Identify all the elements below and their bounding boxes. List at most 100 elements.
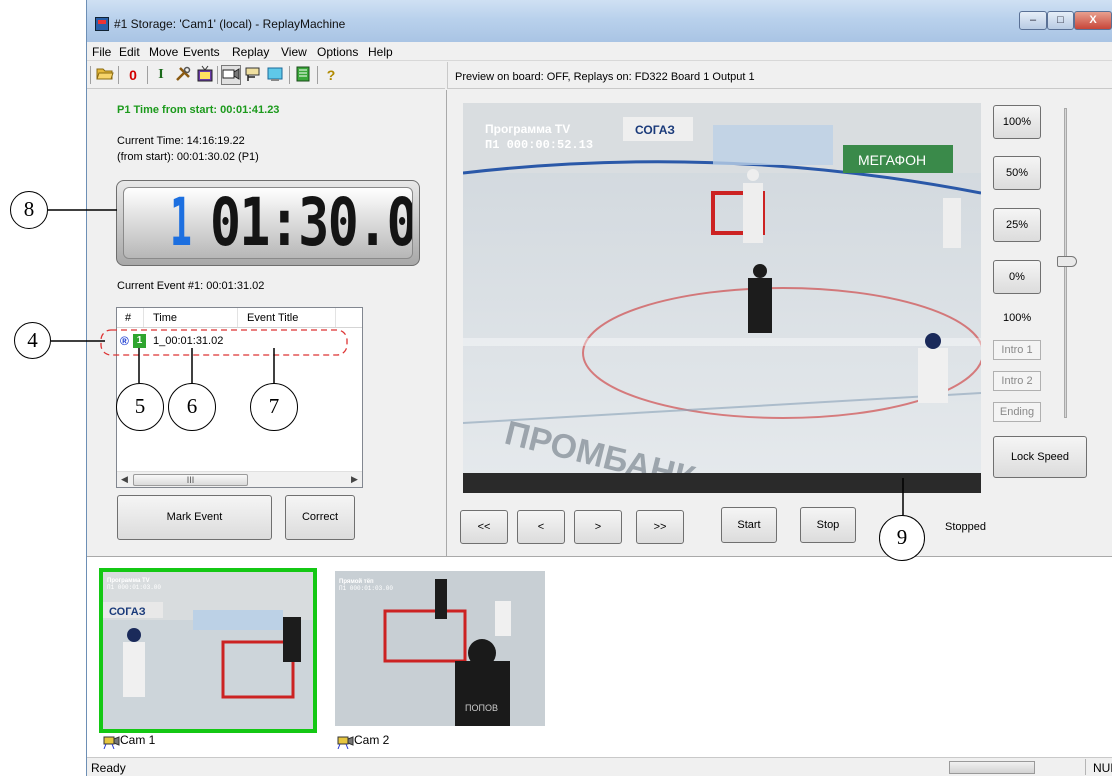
event-time: 1_00:01:31.02: [153, 335, 224, 347]
cam-2-jersey-text: ПОПОВ: [465, 703, 498, 713]
scroll-right-icon[interactable]: ▶: [351, 474, 358, 485]
fast-forward-button[interactable]: >>: [636, 510, 684, 544]
callout-9: 9: [879, 515, 925, 561]
toolbar-separator: [317, 66, 318, 84]
lock-speed-button[interactable]: Lock Speed: [993, 436, 1087, 478]
stop-button[interactable]: Stop: [800, 507, 856, 543]
cursor-i-icon[interactable]: I: [151, 65, 171, 85]
playback-state-label: Stopped: [945, 521, 986, 533]
menu-bar: File Edit Move Events Replay View Option…: [87, 42, 1112, 61]
cam-1-label[interactable]: Cam 1: [120, 733, 155, 747]
scroll-left-icon[interactable]: ◀: [121, 474, 128, 485]
event-list-hscroll[interactable]: ◀ III ▶: [117, 471, 362, 487]
menu-file[interactable]: File: [92, 45, 111, 59]
tv-icon[interactable]: [195, 65, 215, 85]
toolbar-separator: [118, 66, 119, 84]
cam-2-thumbnail[interactable]: ПОПОВ Прямой тёп П1 000:01:03.00: [335, 571, 545, 726]
mark-event-button[interactable]: Mark Event: [117, 495, 272, 540]
column-number[interactable]: #: [125, 312, 131, 324]
title-bar: #1 Storage: 'Cam1' (local) - ReplayMachi…: [87, 0, 1112, 42]
replay-marker-icon: ®: [120, 334, 129, 348]
lcd-time-readout: 01:30.02: [210, 187, 412, 259]
menu-move[interactable]: Move: [149, 45, 178, 59]
p1-time-label: P1 Time from start: 00:01:41.23: [117, 104, 280, 116]
cam-1-thumbnail[interactable]: СОГАЗ Программа TV П1 000:01:03.00: [99, 568, 317, 733]
video-preview[interactable]: МЕГАФОН СОГАЗ ПРОМБАНК Программа TV П1 0…: [463, 103, 981, 493]
column-divider: [335, 308, 336, 327]
event-row[interactable]: ® 1 1_00:01:31.02: [117, 332, 362, 350]
preview-status-text: Preview on board: OFF, Replays on: FD322…: [455, 71, 755, 83]
menu-options[interactable]: Options: [317, 45, 358, 59]
list-icon[interactable]: [293, 65, 313, 85]
callout-4: 4: [14, 322, 51, 359]
current-time-label: Current Time: 14:16:19.22: [117, 135, 245, 147]
speed-slider-thumb[interactable]: [1057, 256, 1077, 267]
flag-icon[interactable]: [243, 65, 263, 85]
current-event-label: Current Event #1: 00:01:31.02: [117, 280, 265, 292]
cam-2-overlay-title: Прямой тёп: [339, 578, 374, 585]
intro-2-button[interactable]: Intro 2: [993, 371, 1041, 391]
speed-0-button[interactable]: 0%: [993, 260, 1041, 294]
left-panel: P1 Time from start: 00:01:41.23 Current …: [87, 90, 447, 556]
zero-icon[interactable]: 0: [123, 65, 143, 85]
toolbar-separator: [147, 66, 148, 84]
open-folder-icon[interactable]: [95, 65, 115, 85]
toolbar: 0 I ?: [87, 62, 445, 89]
tools-icon[interactable]: [173, 65, 193, 85]
video-overlay-timecode: П1 000:00:52.13: [485, 138, 593, 152]
speed-value-label: 100%: [1003, 312, 1032, 324]
intro-1-button[interactable]: Intro 1: [993, 340, 1041, 360]
column-time[interactable]: Time: [153, 312, 177, 324]
column-divider: [143, 308, 144, 327]
start-button[interactable]: Start: [721, 507, 777, 543]
rewind-button[interactable]: <<: [460, 510, 508, 544]
preview-area: МЕГАФОН СОГАЗ ПРОМБАНК Программа TV П1 0…: [447, 90, 1112, 556]
menu-help[interactable]: Help: [368, 45, 393, 59]
preview-status-bar: Preview on board: OFF, Replays on: FD322…: [447, 62, 1112, 89]
from-start-label: (from start): 00:01:30.02 (P1): [117, 151, 259, 163]
toolbar-separator: [217, 66, 218, 84]
step-back-button[interactable]: <: [517, 510, 565, 544]
help-icon[interactable]: ?: [321, 65, 341, 85]
cam-2-label[interactable]: Cam 2: [354, 733, 389, 747]
hockey-frame-image: МЕГАФОН СОГАЗ ПРОМБАНК Программа TV П1 0…: [463, 103, 981, 493]
step-forward-button[interactable]: >: [574, 510, 622, 544]
speed-25-button[interactable]: 25%: [993, 208, 1041, 242]
menu-edit[interactable]: Edit: [119, 45, 140, 59]
app-logo-icon: [95, 17, 109, 31]
callout-5: 5: [116, 383, 164, 431]
menu-replay[interactable]: Replay: [232, 45, 269, 59]
event-number-badge: 1: [133, 334, 146, 348]
callout-7: 7: [250, 383, 298, 431]
sogaz-board-text: СОГАЗ: [635, 123, 675, 137]
minimize-button[interactable]: –: [1019, 11, 1047, 30]
close-button[interactable]: X: [1074, 11, 1112, 30]
cam-1-board-text: СОГАЗ: [109, 606, 146, 618]
maximize-button[interactable]: □: [1047, 11, 1074, 30]
cam-2-overlay-timecode: П1 000:01:03.00: [339, 585, 393, 592]
callout-6: 6: [168, 383, 216, 431]
cam-1-overlay-timecode: П1 000:01:03.00: [107, 584, 161, 591]
correct-button[interactable]: Correct: [285, 495, 355, 540]
camera-icon: [337, 735, 355, 750]
window-title: #1 Storage: 'Cam1' (local) - ReplayMachi…: [114, 17, 346, 31]
column-event-title[interactable]: Event Title: [247, 312, 298, 324]
cam-2-image: ПОПОВ Прямой тёп П1 000:01:03.00: [335, 571, 545, 726]
status-progress: [949, 761, 1035, 774]
callout-8: 8: [10, 191, 48, 229]
ending-button[interactable]: Ending: [993, 402, 1041, 422]
lcd-channel-number: 1: [170, 187, 192, 259]
speed-50-button[interactable]: 50%: [993, 156, 1041, 190]
speed-100-button[interactable]: 100%: [993, 105, 1041, 139]
camera-icon[interactable]: [221, 65, 241, 85]
status-ready-text: Ready: [91, 761, 126, 775]
lcd-display-frame: 1 01:30.02: [116, 180, 420, 266]
toolbar-separator: [289, 66, 290, 84]
menu-events[interactable]: Events: [183, 45, 220, 59]
lcd-display: 1 01:30.02: [123, 187, 413, 259]
scroll-thumb[interactable]: III: [133, 474, 248, 486]
toolbar-grip: [90, 66, 91, 84]
monitor-icon[interactable]: [265, 65, 285, 85]
menu-view[interactable]: View: [281, 45, 307, 59]
status-num-indicator: NUM: [1093, 761, 1112, 775]
